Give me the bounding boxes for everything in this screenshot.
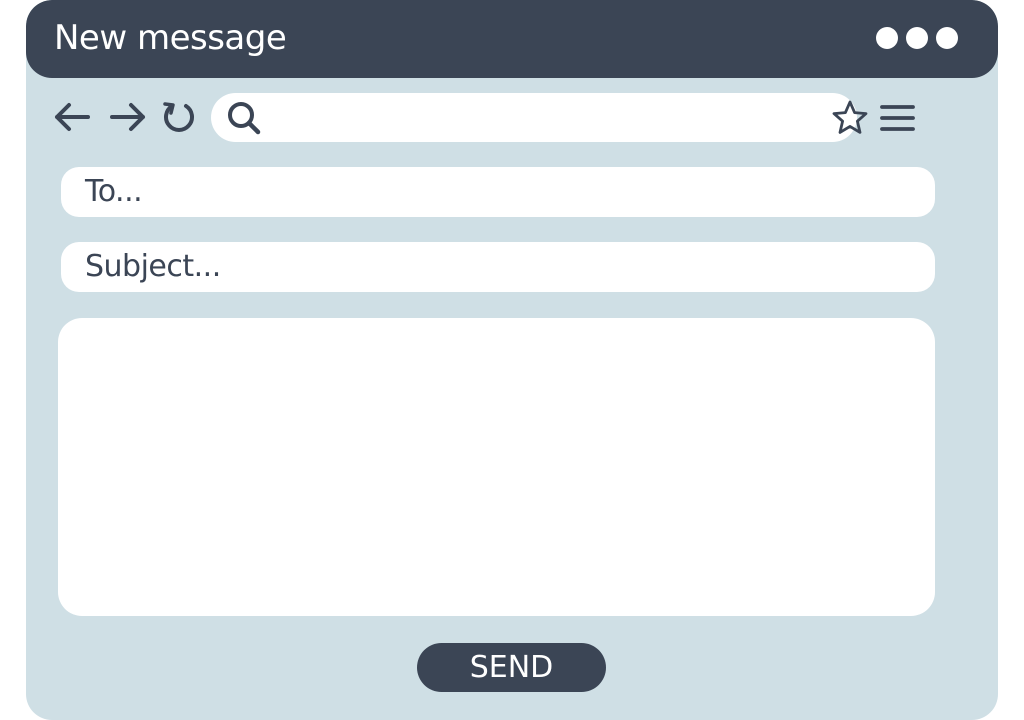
subject-placeholder: Subject... bbox=[85, 249, 221, 284]
dot bbox=[906, 27, 928, 49]
back-arrow-icon[interactable] bbox=[52, 100, 92, 134]
dot bbox=[936, 27, 958, 49]
forward-arrow-icon[interactable] bbox=[108, 100, 148, 134]
to-placeholder: To... bbox=[85, 174, 143, 209]
send-button[interactable]: SEND bbox=[417, 643, 606, 692]
subject-field[interactable]: Subject... bbox=[61, 242, 935, 292]
search-bar[interactable] bbox=[211, 93, 868, 144]
window-title: New message bbox=[54, 18, 287, 58]
message-body[interactable] bbox=[58, 318, 935, 616]
compose-window: New message To... Subject... SEND bbox=[26, 0, 998, 720]
to-field[interactable]: To... bbox=[61, 167, 935, 217]
title-bar: New message bbox=[26, 0, 998, 78]
more-dots-icon[interactable] bbox=[876, 27, 958, 49]
dot bbox=[876, 27, 898, 49]
search-input[interactable] bbox=[275, 93, 799, 144]
menu-icon[interactable] bbox=[879, 103, 917, 133]
refresh-icon[interactable] bbox=[161, 100, 197, 134]
search-icon bbox=[228, 102, 261, 135]
star-icon[interactable] bbox=[831, 99, 869, 137]
